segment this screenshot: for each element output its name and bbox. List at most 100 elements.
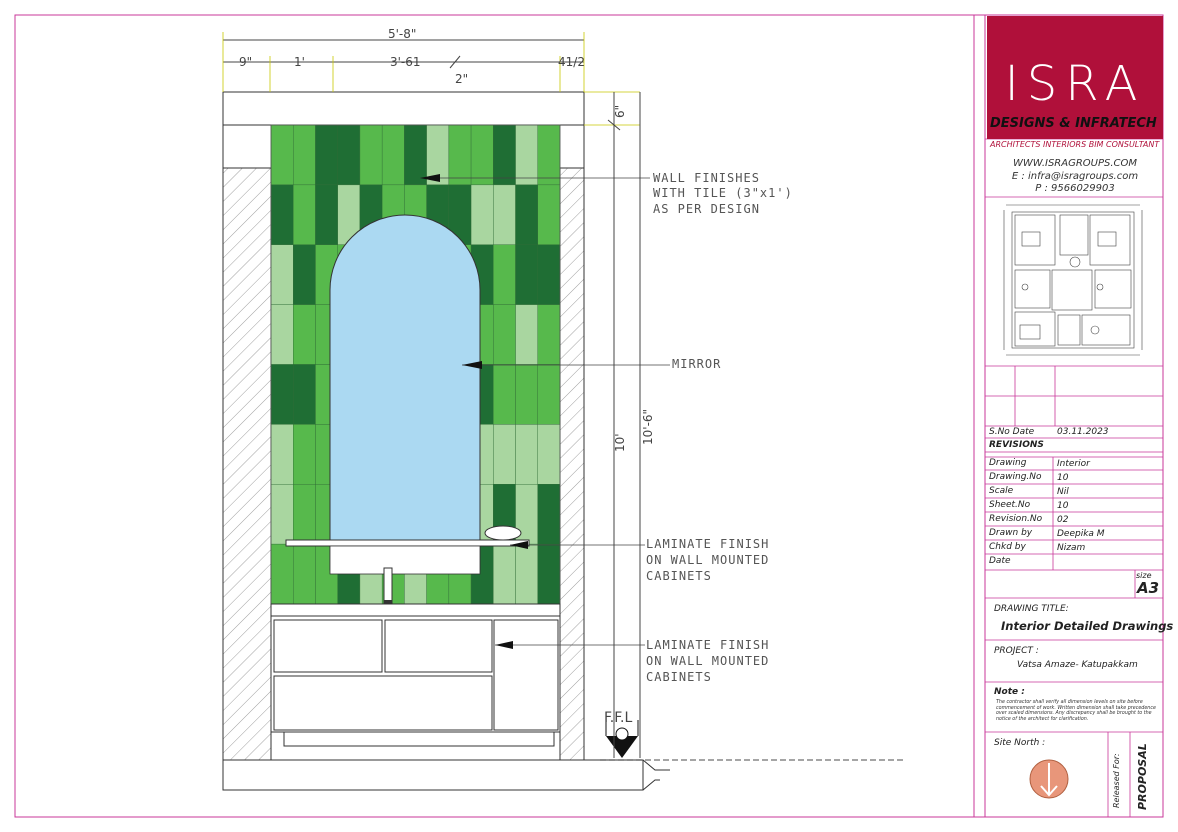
dim-seg-3: 3'-61 — [390, 55, 421, 69]
tile — [515, 124, 538, 186]
tile — [293, 424, 316, 485]
drawing-title: Interior Detailed Drawings — [1001, 619, 1174, 633]
drawing-title-label: DRAWING TITLE: — [994, 604, 1069, 614]
tile — [293, 124, 316, 186]
field-value: 10 — [1057, 473, 1069, 483]
tile — [493, 184, 516, 245]
tile — [515, 184, 538, 245]
note-laminate-2c: CABINETS — [646, 670, 712, 684]
field-label: Date — [989, 556, 1011, 566]
field-value: Interior — [1057, 459, 1090, 469]
sno-date-value: 03.11.2023 — [1057, 427, 1109, 437]
tile — [404, 124, 427, 186]
note-wall-finish-1: WALL FINISHES — [653, 171, 760, 185]
tile — [515, 364, 538, 425]
note-laminate-2b: ON WALL MOUNTED — [646, 654, 769, 668]
tile — [293, 484, 316, 545]
tile — [270, 364, 294, 425]
tile — [359, 124, 383, 186]
north-icon — [1029, 759, 1069, 799]
glass-shelf — [285, 539, 530, 547]
floor-slab — [222, 759, 644, 791]
field-label: Revision.No — [989, 514, 1043, 524]
field-value: Nizam — [1057, 543, 1086, 553]
tile — [493, 124, 516, 186]
tile — [515, 424, 538, 485]
tile — [515, 244, 538, 305]
tile — [315, 184, 338, 245]
tile — [270, 543, 294, 605]
tile — [337, 124, 361, 186]
tile — [537, 543, 561, 605]
tile — [537, 364, 561, 425]
soap-dish — [484, 525, 522, 541]
revisions-label: REVISIONS — [989, 440, 1044, 450]
tile — [493, 424, 516, 485]
dim-seg-1: 9" — [239, 55, 252, 69]
field-label: Sheet.No — [989, 500, 1031, 510]
company-website[interactable]: WWW.ISRAGROUPS.COM — [988, 158, 1162, 169]
tile — [470, 124, 494, 186]
dim-seg-2: 1' — [294, 55, 305, 69]
tile — [270, 124, 294, 186]
tile — [381, 124, 405, 186]
tile — [493, 364, 516, 425]
top-slab — [222, 91, 585, 126]
tile — [270, 304, 294, 365]
dim-seg-4: 41/2 — [558, 55, 585, 69]
field-value: 10 — [1057, 501, 1069, 511]
counter-top — [270, 603, 561, 617]
size-value: A3 — [1137, 579, 1160, 597]
tile — [270, 244, 294, 305]
left-wall-hatch — [222, 167, 272, 761]
tile — [270, 424, 294, 485]
dim-height-10-6: 10'-6" — [641, 409, 655, 445]
tile — [293, 543, 316, 605]
note-wall-finish-3: AS PER DESIGN — [653, 202, 760, 216]
tile — [270, 184, 294, 245]
tile — [293, 364, 316, 425]
tile — [293, 184, 316, 245]
tile — [470, 184, 494, 245]
field-value: 02 — [1057, 515, 1069, 525]
site-north-label: Site North : — [994, 738, 1046, 748]
tile — [537, 484, 561, 545]
company-email[interactable]: E : infra@isragroups.com — [988, 171, 1162, 182]
note-laminate-2a: LAMINATE FINISH — [646, 638, 769, 652]
field-label: Scale — [989, 486, 1014, 496]
tile — [493, 304, 516, 365]
ffl-label: F.F.L — [604, 710, 633, 726]
tile — [293, 304, 316, 365]
note-laminate-1b: ON WALL MOUNTED — [646, 553, 769, 567]
mirror — [329, 214, 481, 571]
dim-overall-width: 5'-8" — [388, 27, 416, 41]
tile — [448, 124, 472, 186]
tile — [537, 244, 561, 305]
logo-text: ISRA — [1004, 56, 1146, 112]
tile — [493, 543, 516, 605]
tile — [315, 124, 338, 186]
field-label: Drawn by — [989, 528, 1033, 538]
tile — [537, 304, 561, 365]
dim-seg-3-sub: 2" — [455, 72, 468, 86]
field-label: Chkd by — [989, 542, 1026, 552]
note-label: Note : — [994, 687, 1025, 697]
tile — [270, 484, 294, 545]
right-wall-hatch — [559, 167, 585, 761]
note-wall-finish-2: WITH TILE (3"x1') — [653, 186, 793, 200]
sno-date-label: S.No Date — [989, 427, 1035, 437]
field-label: Drawing.No — [989, 472, 1042, 482]
project-name: Vatsa Amaze- Katupakkam — [1017, 660, 1138, 670]
note-laminate-1c: CABINETS — [646, 569, 712, 583]
tile — [293, 244, 316, 305]
dim-height-10: 10' — [613, 433, 627, 452]
note-mirror: MIRROR — [672, 357, 721, 371]
field-value: Nil — [1057, 487, 1069, 497]
tile — [515, 543, 538, 605]
released-for-value: PROPOSAL — [1136, 743, 1149, 810]
note-laminate-1a: LAMINATE FINISH — [646, 537, 769, 551]
tile — [537, 424, 561, 485]
tile — [493, 244, 516, 305]
company-tagline: ARCHITECTS INTERIORS BIM CONSULTANT — [990, 140, 1160, 149]
field-value: Deepika M — [1057, 529, 1105, 539]
